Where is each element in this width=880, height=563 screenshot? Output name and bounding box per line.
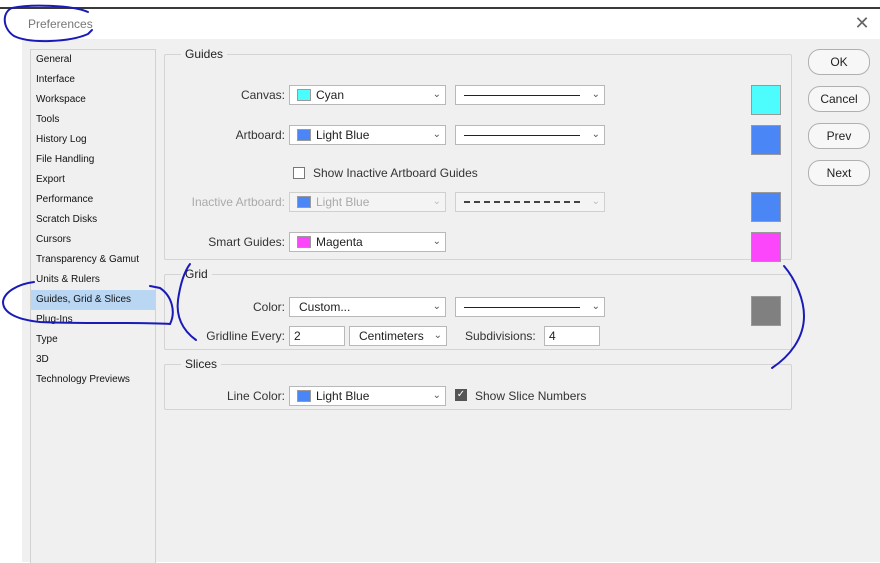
inactive-artboard-label: Inactive Artboard: bbox=[191, 195, 285, 209]
sidebar-item-transparency-gamut[interactable]: Transparency & Gamut bbox=[31, 250, 155, 270]
prev-button[interactable]: Prev bbox=[808, 123, 870, 149]
grid-color-label: Color: bbox=[252, 300, 285, 314]
canvas-style-select[interactable]: ⌄ bbox=[455, 85, 605, 105]
chevron-down-icon: ⌄ bbox=[591, 301, 600, 312]
dialog-body: General Interface Workspace Tools Histor… bbox=[22, 39, 880, 563]
grid-color-swatch[interactable] bbox=[751, 296, 781, 326]
chevron-down-icon: ⌄ bbox=[432, 196, 441, 207]
sidebar-item-general[interactable]: General bbox=[31, 50, 155, 70]
window-title: Preferences bbox=[28, 17, 93, 31]
inactive-artboard-color-value: Light Blue bbox=[316, 195, 370, 209]
guides-group: Guides Canvas: Cyan ⌄ ⌄ Artboard: Light … bbox=[164, 47, 792, 262]
sidebar-item-technology-previews[interactable]: Technology Previews bbox=[31, 370, 155, 390]
chevron-down-icon: ⌄ bbox=[432, 236, 441, 247]
subdivisions-input[interactable]: 4 bbox=[544, 326, 600, 346]
gridline-unit-value: Centimeters bbox=[359, 329, 424, 343]
sidebar-item-interface[interactable]: Interface bbox=[31, 70, 155, 90]
show-slice-numbers-label: Show Slice Numbers bbox=[475, 389, 587, 403]
title-bar: Preferences ✕ bbox=[0, 9, 880, 39]
solid-line-sample bbox=[464, 307, 580, 308]
sidebar-item-history-log[interactable]: History Log bbox=[31, 130, 155, 150]
subdivisions-label: Subdivisions: bbox=[465, 329, 536, 343]
close-icon[interactable]: ✕ bbox=[852, 13, 872, 33]
sidebar-item-plug-ins[interactable]: Plug-Ins bbox=[31, 310, 155, 330]
sidebar-item-cursors[interactable]: Cursors bbox=[31, 230, 155, 250]
slice-line-color-select[interactable]: Light Blue ⌄ bbox=[289, 386, 446, 406]
show-inactive-guides-checkbox[interactable] bbox=[293, 167, 305, 179]
artboard-label: Artboard: bbox=[235, 128, 285, 142]
chevron-down-icon: ⌄ bbox=[591, 89, 600, 100]
grid-title: Grid bbox=[185, 267, 208, 281]
inactive-artboard-style-select[interactable]: ⌄ bbox=[455, 192, 605, 212]
smart-guides-color-chip bbox=[297, 236, 311, 248]
canvas-color-value: Cyan bbox=[316, 88, 345, 102]
smart-guides-color-value: Magenta bbox=[316, 235, 363, 249]
sidebar-item-export[interactable]: Export bbox=[31, 170, 155, 190]
smart-guides-color-swatch[interactable] bbox=[751, 232, 781, 262]
chevron-down-icon: ⌄ bbox=[432, 390, 441, 401]
grid-color-select[interactable]: Custom... ⌄ bbox=[289, 297, 446, 317]
cancel-button[interactable]: Cancel bbox=[808, 86, 870, 112]
canvas-color-chip bbox=[297, 89, 311, 101]
artboard-color-swatch[interactable] bbox=[751, 125, 781, 155]
guides-title: Guides bbox=[185, 47, 224, 61]
solid-line-sample bbox=[464, 135, 580, 136]
chevron-down-icon: ⌄ bbox=[432, 301, 441, 312]
chevron-down-icon: ⌄ bbox=[591, 196, 600, 207]
canvas-color-select[interactable]: Cyan ⌄ bbox=[289, 85, 446, 105]
ok-button[interactable]: OK bbox=[808, 49, 870, 75]
solid-line-sample bbox=[464, 95, 580, 96]
show-slice-numbers-checkbox[interactable]: ✓ bbox=[455, 389, 467, 401]
inactive-artboard-color-chip bbox=[297, 196, 311, 208]
canvas-label: Canvas: bbox=[240, 88, 285, 102]
slices-group: Slices Line Color: Light Blue ⌄ ✓ Show S… bbox=[164, 357, 792, 410]
slice-line-color-chip bbox=[297, 390, 311, 402]
show-inactive-guides-label: Show Inactive Artboard Guides bbox=[313, 166, 478, 180]
slices-title: Slices bbox=[185, 357, 218, 371]
inactive-artboard-color-select[interactable]: Light Blue ⌄ bbox=[289, 192, 446, 212]
dashed-line-sample bbox=[464, 201, 580, 203]
grid-style-select[interactable]: ⌄ bbox=[455, 297, 605, 317]
chevron-down-icon: ⌄ bbox=[432, 129, 441, 140]
sidebar-item-type[interactable]: Type bbox=[31, 330, 155, 350]
gridline-every-input[interactable]: 2 bbox=[289, 326, 345, 346]
sidebar-item-guides-grid-slices[interactable]: Guides, Grid & Slices bbox=[31, 290, 155, 310]
artboard-color-chip bbox=[297, 129, 311, 141]
sidebar-item-units-rulers[interactable]: Units & Rulers bbox=[31, 270, 155, 290]
canvas-color-swatch[interactable] bbox=[751, 85, 781, 115]
sidebar-item-workspace[interactable]: Workspace bbox=[31, 90, 155, 110]
slice-line-color-value: Light Blue bbox=[316, 389, 370, 403]
sidebar-item-performance[interactable]: Performance bbox=[31, 190, 155, 210]
gridline-unit-select[interactable]: Centimeters ⌄ bbox=[349, 326, 447, 346]
chevron-down-icon: ⌄ bbox=[591, 129, 600, 140]
grid-group: Grid Color: Custom... ⌄ ⌄ Gridline Every… bbox=[164, 267, 792, 350]
artboard-color-select[interactable]: Light Blue ⌄ bbox=[289, 125, 446, 145]
artboard-style-select[interactable]: ⌄ bbox=[455, 125, 605, 145]
chevron-down-icon: ⌄ bbox=[432, 89, 441, 100]
chevron-down-icon: ⌄ bbox=[433, 330, 442, 341]
next-button[interactable]: Next bbox=[808, 160, 870, 186]
line-color-label: Line Color: bbox=[226, 389, 285, 403]
artboard-color-value: Light Blue bbox=[316, 128, 370, 142]
inactive-artboard-color-swatch[interactable] bbox=[751, 192, 781, 222]
preferences-sidebar: General Interface Workspace Tools Histor… bbox=[30, 49, 156, 563]
sidebar-item-file-handling[interactable]: File Handling bbox=[31, 150, 155, 170]
sidebar-item-3d[interactable]: 3D bbox=[31, 350, 155, 370]
smart-guides-label: Smart Guides: bbox=[208, 235, 285, 249]
grid-color-value: Custom... bbox=[299, 300, 351, 314]
gridline-every-label: Gridline Every: bbox=[206, 329, 285, 343]
sidebar-item-tools[interactable]: Tools bbox=[31, 110, 155, 130]
dialog-buttons: OK Cancel Prev Next bbox=[808, 49, 870, 197]
sidebar-item-scratch-disks[interactable]: Scratch Disks bbox=[31, 210, 155, 230]
smart-guides-color-select[interactable]: Magenta ⌄ bbox=[289, 232, 446, 252]
